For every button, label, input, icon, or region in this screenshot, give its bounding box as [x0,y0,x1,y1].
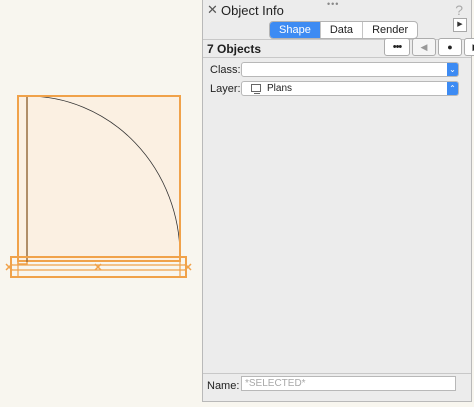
palette-title: Object Info [221,3,284,18]
next-object-button[interactable]: ▶ [464,38,474,56]
collapse-arrow-icon[interactable]: ▶ [453,18,467,32]
name-label: Name: [207,380,240,392]
layer-dropdown[interactable]: Plans ⌃ [241,81,459,96]
help-icon[interactable]: ? [455,2,463,18]
door-swing-area [18,96,180,261]
name-field[interactable] [241,376,456,391]
fields-divider [203,57,471,58]
class-label: Class: [210,64,241,76]
chevron-down-icon: ⌄ [447,63,458,76]
more-options-button[interactable]: ••• [384,38,410,56]
updown-arrows-icon: ⌃ [447,82,458,95]
drawing-canvas[interactable] [0,0,202,404]
selection-nav-buttons: ••• ◀ ● ▶ [384,38,474,56]
tab-shape[interactable]: Shape [270,22,320,38]
close-icon[interactable]: ✕ [207,3,218,17]
current-object-button[interactable]: ● [438,38,462,56]
layer-icon [251,84,261,94]
tab-data[interactable]: Data [319,22,362,38]
object-count: 7 Objects [207,42,262,56]
previous-object-button[interactable]: ◀ [412,38,436,56]
layer-value: Plans [267,83,293,94]
class-dropdown[interactable]: ⌄ [241,62,459,77]
object-info-palette: ••• ✕ Object Info ? Shape Data Render ▶ … [202,0,474,402]
door-drawing[interactable] [0,0,202,404]
tab-render[interactable]: Render [362,22,417,38]
palette-tabs: Shape Data Render [269,21,419,39]
footer-divider [203,373,471,374]
palette-grip-icon[interactable]: ••• [327,0,339,9]
layer-label: Layer: [210,83,241,95]
